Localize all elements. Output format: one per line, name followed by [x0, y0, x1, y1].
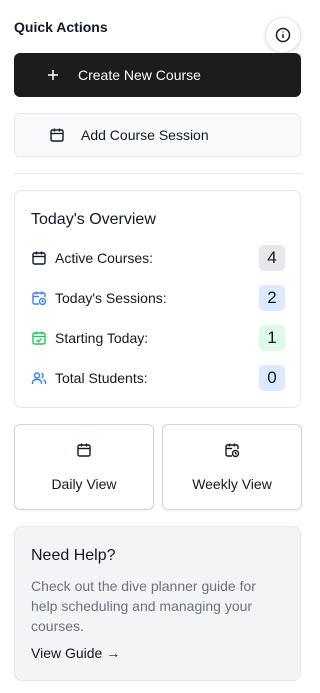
add-course-session-button[interactable]: Add Course Session: [14, 113, 301, 157]
stat-badge: 1: [259, 325, 285, 351]
quick-actions-title: Quick Actions: [14, 19, 108, 35]
info-button[interactable]: [265, 17, 301, 53]
daily-view-label: Daily View: [51, 476, 117, 492]
stat-row-starting-today: Starting Today: 1: [31, 325, 285, 351]
need-help-card: Need Help? Check out the dive planner gu…: [14, 526, 301, 681]
calendar-icon: [49, 127, 65, 143]
stat-label: Total Students:: [55, 370, 148, 386]
stat-label: Active Courses:: [55, 250, 154, 266]
stat-badge: 2: [259, 285, 285, 311]
stat-badge: 4: [259, 245, 285, 271]
stat-label: Today's Sessions:: [55, 290, 167, 306]
daily-view-button[interactable]: Daily View: [14, 424, 154, 510]
stat-row-total-students: Total Students: 0: [31, 365, 285, 391]
create-new-course-label: Create New Course: [78, 67, 201, 83]
stat-row-todays-sessions: Today's Sessions: 2: [31, 285, 285, 311]
overview-title: Today's Overview: [31, 211, 156, 228]
users-icon: [31, 370, 47, 386]
calendar-clock-icon: [224, 442, 240, 458]
view-guide-link[interactable]: View Guide →: [31, 645, 120, 661]
stat-label: Starting Today:: [55, 330, 149, 346]
plus-icon: [46, 68, 60, 82]
todays-overview-card: Today's Overview Active Courses: 4 Today…: [14, 190, 301, 408]
info-icon: [275, 27, 291, 43]
create-new-course-button[interactable]: Create New Course: [14, 53, 301, 97]
add-course-session-label: Add Course Session: [81, 127, 209, 143]
calendar-clock-icon: [31, 290, 47, 306]
divider: [14, 173, 301, 174]
calendar-check-icon: [31, 330, 47, 346]
weekly-view-label: Weekly View: [192, 476, 272, 492]
help-text: Check out the dive planner guide for hel…: [31, 578, 256, 634]
calendar-icon: [31, 250, 47, 266]
weekly-view-button[interactable]: Weekly View: [162, 424, 302, 510]
help-title: Need Help?: [31, 547, 116, 564]
stat-badge: 0: [259, 365, 285, 391]
calendar-icon: [76, 442, 92, 458]
stat-row-active-courses: Active Courses: 4: [31, 245, 285, 271]
